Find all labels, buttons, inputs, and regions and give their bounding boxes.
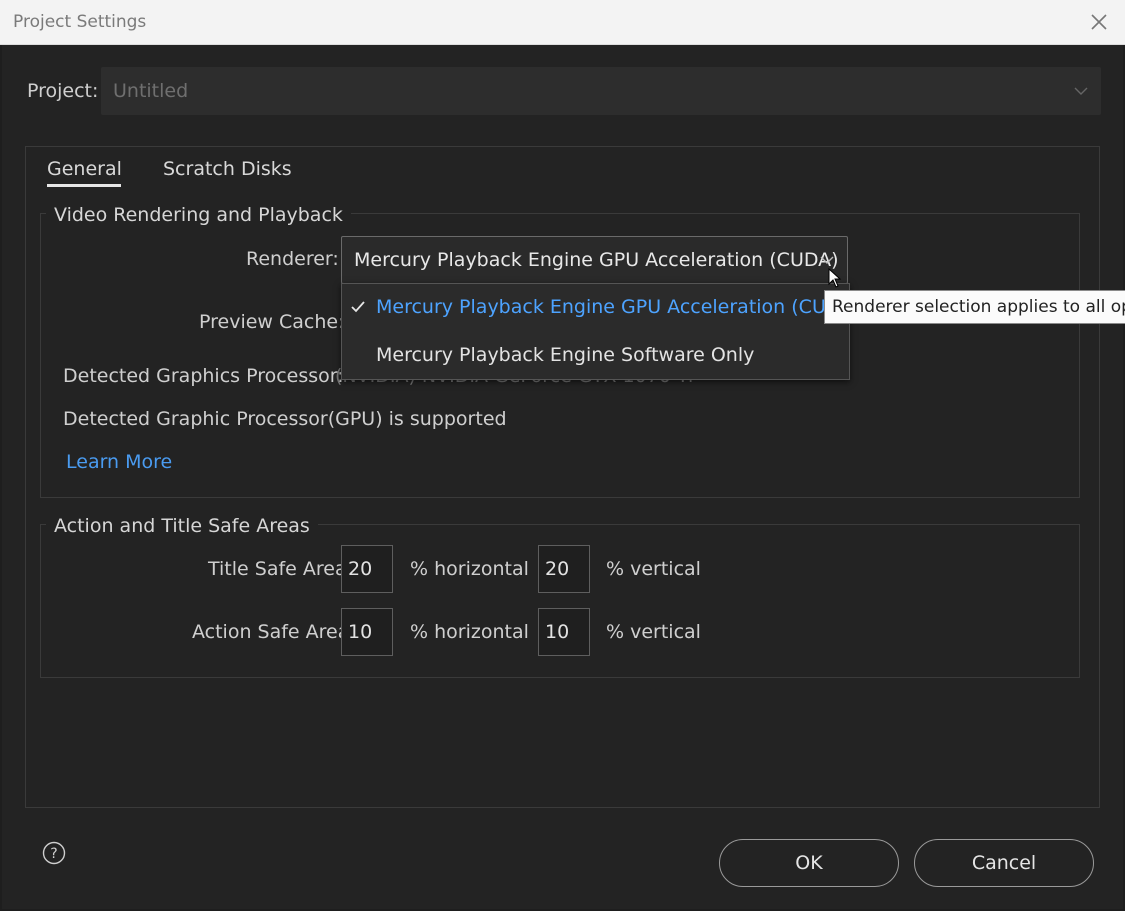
mouse-cursor-icon	[828, 268, 842, 288]
tab-scratch-disks[interactable]: Scratch Disks	[163, 158, 292, 180]
renderer-menu: Mercury Playback Engine GPU Acceleration…	[341, 283, 861, 380]
detected-gpu-label: Detected Graphics Processor:	[63, 365, 344, 387]
title-safe-horizontal-input[interactable]: 20	[341, 545, 393, 593]
chevron-down-icon	[820, 256, 834, 264]
cancel-button[interactable]: Cancel	[914, 839, 1094, 887]
window-title: Project Settings	[13, 12, 147, 32]
gpu-status-text: Detected Graphic Processor(GPU) is suppo…	[63, 408, 507, 430]
action-safe-horizontal-input[interactable]: 10	[341, 608, 393, 656]
title-bar: Project Settings	[0, 0, 1125, 45]
action-safe-horizontal-value: 10	[348, 621, 373, 643]
ok-button-label: OK	[795, 852, 823, 874]
renderer-option-label: Mercury Playback Engine GPU Acceleration…	[376, 296, 861, 318]
title-safe-horizontal-value: 20	[348, 558, 373, 580]
title-safe-vertical-suffix: % vertical	[606, 558, 701, 580]
tooltip-text: Renderer selection applies to all open	[832, 297, 1125, 317]
title-safe-label: Title Safe Area	[208, 558, 347, 580]
renderer-option-software[interactable]: Mercury Playback Engine Software Only	[342, 332, 849, 380]
cancel-button-label: Cancel	[971, 852, 1037, 874]
ok-button[interactable]: OK	[719, 839, 899, 887]
action-safe-vertical-input[interactable]: 10	[538, 608, 590, 656]
action-safe-horizontal-suffix: % horizontal	[410, 621, 529, 643]
tab-general[interactable]: General	[47, 158, 122, 180]
project-settings-dialog: Project: Untitled General Scratch Disks …	[2, 45, 1125, 909]
action-safe-label: Action Safe Area	[192, 621, 350, 643]
project-label: Project:	[27, 80, 99, 102]
renderer-option-label: Mercury Playback Engine Software Only	[376, 344, 755, 366]
renderer-select[interactable]: Mercury Playback Engine GPU Acceleration…	[341, 236, 848, 284]
active-tab-indicator	[47, 184, 121, 187]
checkmark-icon	[351, 301, 365, 313]
renderer-tooltip: Renderer selection applies to all open	[824, 290, 1125, 324]
title-safe-vertical-input[interactable]: 20	[538, 545, 590, 593]
project-select[interactable]: Untitled	[101, 67, 1101, 115]
close-icon[interactable]	[1087, 10, 1111, 34]
project-select-value: Untitled	[113, 80, 189, 102]
title-safe-horizontal-suffix: % horizontal	[410, 558, 529, 580]
chevron-down-icon	[1074, 87, 1088, 95]
renderer-option-cuda[interactable]: Mercury Playback Engine GPU Acceleration…	[342, 284, 861, 332]
action-safe-vertical-suffix: % vertical	[606, 621, 701, 643]
action-safe-vertical-value: 10	[545, 621, 570, 643]
renderer-label: Renderer:	[246, 248, 339, 270]
video-rendering-title: Video Rendering and Playback	[46, 204, 351, 226]
svg-text:?: ?	[50, 846, 57, 862]
safe-areas-title: Action and Title Safe Areas	[46, 515, 318, 537]
title-safe-vertical-value: 20	[545, 558, 570, 580]
preview-cache-label: Preview Cache:	[199, 311, 345, 333]
learn-more-link[interactable]: Learn More	[66, 451, 172, 473]
help-icon[interactable]: ?	[42, 841, 66, 865]
renderer-select-value: Mercury Playback Engine GPU Acceleration…	[354, 249, 839, 271]
